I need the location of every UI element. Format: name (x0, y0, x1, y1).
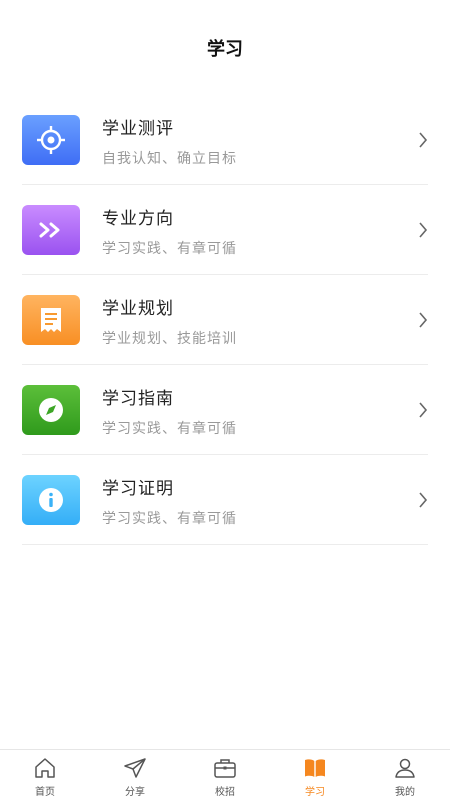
compass-icon (22, 385, 80, 435)
menu-item-subtitle: 自我认知、确立目标 (102, 151, 237, 167)
chevron-right-icon (419, 402, 428, 418)
book-icon (305, 759, 325, 777)
menu-item-study-guide[interactable]: 学习指南 学习实践、有章可循 (22, 365, 428, 455)
tab-label: 校招 (215, 787, 235, 798)
study-menu-list: 学业测评 自我认知、确立目标 专业方向 学习实践、有章可循 学业规划 学业规划、… (0, 95, 450, 545)
menu-item-subtitle: 学习实践、有章可循 (102, 421, 237, 437)
menu-item-title: 学习证明 (102, 479, 174, 499)
double-chevron-icon (22, 205, 80, 255)
tab-share[interactable]: 分享 (90, 750, 180, 800)
menu-item-title: 专业方向 (102, 209, 174, 229)
page-title: 学习 (207, 38, 243, 60)
receipt-icon (22, 295, 80, 345)
menu-item-subtitle: 学习实践、有章可循 (102, 511, 237, 527)
chevron-right-icon (419, 492, 428, 508)
target-icon (22, 115, 80, 165)
tab-home[interactable]: 首页 (0, 750, 90, 800)
menu-item-title: 学习指南 (102, 389, 174, 409)
tab-label: 我的 (395, 787, 415, 798)
chevron-right-icon (419, 132, 428, 148)
chevron-right-icon (419, 312, 428, 328)
menu-item-title: 学业规划 (102, 299, 174, 319)
menu-item-title: 学业测评 (102, 119, 174, 139)
tab-label: 学习 (305, 787, 325, 798)
menu-item-assessment[interactable]: 学业测评 自我认知、确立目标 (22, 95, 428, 185)
top-header: 学习 (0, 0, 450, 95)
tab-label: 分享 (125, 787, 145, 798)
menu-item-major-direction[interactable]: 专业方向 学习实践、有章可循 (22, 185, 428, 275)
tab-label: 首页 (35, 787, 55, 798)
info-icon (22, 475, 80, 525)
tab-campus-recruit[interactable]: 校招 (180, 750, 270, 800)
menu-item-study-certificate[interactable]: 学习证明 学习实践、有章可循 (22, 455, 428, 545)
menu-item-academic-plan[interactable]: 学业规划 学业规划、技能培训 (22, 275, 428, 365)
bottom-tab-bar: 首页 分享 校招 学习 我的 (0, 749, 450, 800)
briefcase-icon (214, 759, 236, 778)
tab-mine[interactable]: 我的 (360, 750, 450, 800)
send-icon (124, 758, 146, 778)
menu-item-subtitle: 学业规划、技能培训 (102, 331, 237, 347)
tab-study[interactable]: 学习 (270, 750, 360, 800)
menu-item-subtitle: 学习实践、有章可循 (102, 241, 237, 257)
chevron-right-icon (419, 222, 428, 238)
user-icon (395, 758, 415, 778)
home-icon (35, 758, 55, 778)
